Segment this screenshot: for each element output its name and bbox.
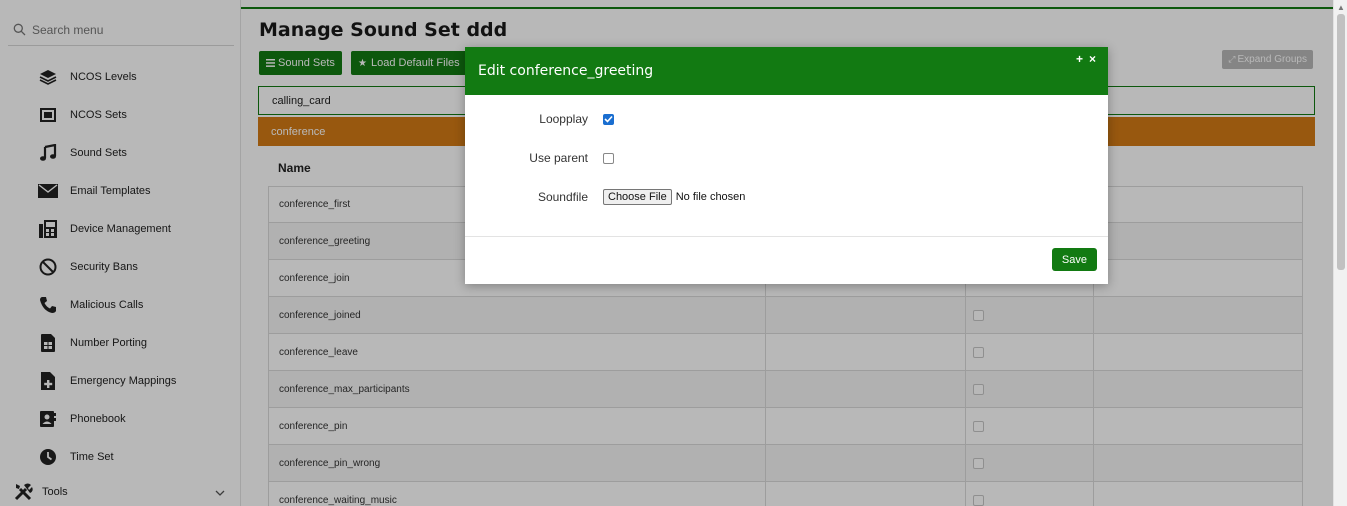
file-status-text: No file chosen — [675, 191, 746, 203]
maximize-icon[interactable]: + — [1076, 52, 1083, 66]
choose-file-button[interactable]: Choose File — [603, 189, 672, 205]
use-parent-label: Use parent — [529, 151, 588, 165]
loopplay-label: Loopplay — [539, 112, 588, 126]
scrollbar-thumb[interactable] — [1337, 14, 1345, 270]
use-parent-checkbox[interactable] — [603, 152, 614, 164]
save-button[interactable]: Save — [1051, 248, 1097, 271]
dialog-body: Loopplay Use parent Soundfile Choose Fil… — [465, 95, 1108, 237]
close-icon[interactable]: × — [1089, 52, 1096, 66]
dialog-controls: + × — [1076, 52, 1096, 66]
page-scrollbar[interactable]: ▲ — [1333, 0, 1347, 506]
dialog-header: Edit conference_greeting + × — [465, 47, 1108, 95]
use-parent-field: Use parent — [465, 151, 614, 165]
dialog-footer: Save — [465, 237, 1108, 283]
dialog-title: Edit conference_greeting — [478, 63, 654, 79]
scroll-up-arrow-icon[interactable]: ▲ — [1334, 0, 1347, 14]
loopplay-field: Loopplay — [465, 112, 614, 126]
edit-dialog: Edit conference_greeting + × Loopplay Us… — [465, 47, 1108, 284]
soundfile-label: Soundfile — [537, 190, 588, 204]
loopplay-checkbox[interactable] — [603, 113, 614, 125]
soundfile-field: Soundfile Choose File No file chosen — [465, 189, 745, 205]
